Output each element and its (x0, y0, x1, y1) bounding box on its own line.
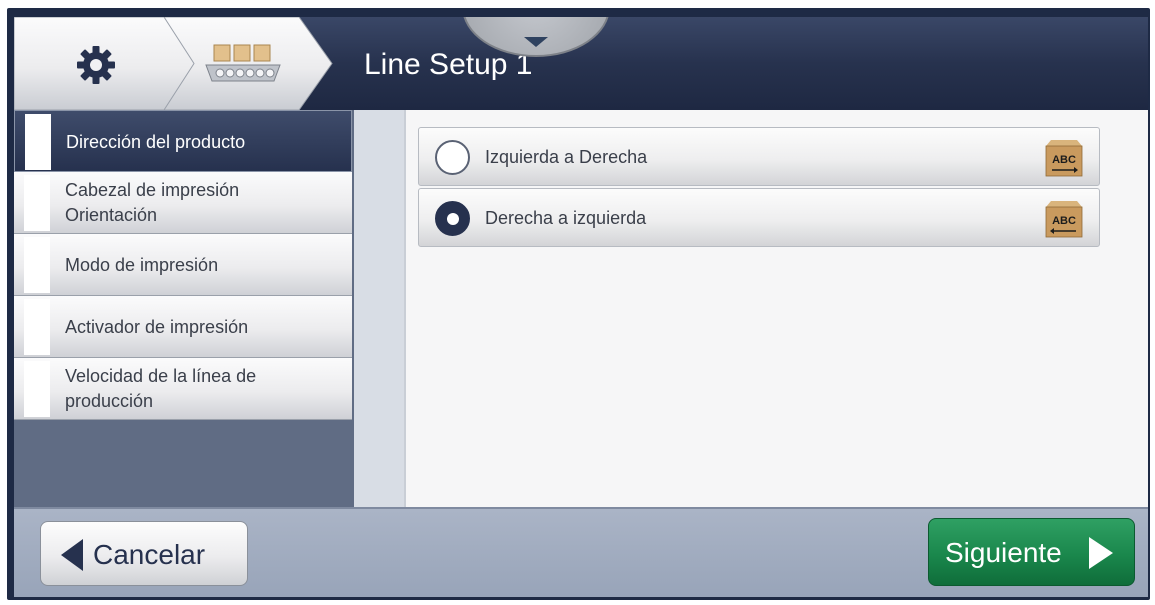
footer-bar: Cancelar Siguiente (14, 507, 1148, 597)
chevron-down-icon (524, 37, 548, 47)
sidebar-item-marker (24, 175, 50, 231)
next-button-label: Siguiente (945, 537, 1062, 568)
option-label: Izquierda a Derecha (485, 147, 648, 167)
box-abc-left-to-right-icon: ABC (1045, 140, 1083, 177)
screen: Line Setup 1 Dirección del producto Cabe… (14, 17, 1148, 597)
sidebar-item-printhead-orientation[interactable]: Cabezal de impresión Orientación (14, 172, 352, 234)
gear-icon (77, 46, 115, 84)
conveyor-belt-icon (205, 44, 281, 82)
cancel-button-label: Cancelar (93, 539, 206, 570)
radio-button[interactable] (435, 140, 470, 175)
radio-dot (447, 213, 459, 225)
sidebar-item-marker (24, 361, 50, 417)
option-label: Derecha a izquierda (485, 208, 647, 228)
arrow-right-icon (1089, 537, 1113, 569)
sidebar-item-label: Velocidad de la línea de producción (65, 366, 257, 411)
sidebar-item-marker (24, 299, 50, 355)
sidebar-item-label: Dirección del producto (66, 131, 246, 152)
sidebar-item-print-trigger[interactable]: Activador de impresión (14, 296, 352, 358)
arrow-left-icon (61, 539, 83, 571)
box-icon-text: ABC (1052, 154, 1076, 166)
option-left-to-right[interactable]: Izquierda a Derecha ABC (418, 127, 1100, 186)
box-abc-right-to-left-icon: ABC (1045, 201, 1083, 238)
column-divider (354, 110, 404, 507)
sidebar-item-marker (25, 114, 51, 170)
cancel-button[interactable]: Cancelar (40, 521, 248, 586)
sidebar-item-line-speed[interactable]: Velocidad de la línea de producción (14, 358, 352, 420)
sidebar-item-label: Cabezal de impresión Orientación (65, 180, 240, 225)
direction-options-panel: Izquierda a Derecha ABC Derecha a izquie… (404, 110, 1148, 507)
sidebar-item-label: Modo de impresión (65, 254, 219, 275)
sidebar: Dirección del producto Cabezal de impres… (14, 110, 354, 507)
sidebar-item-label: Activador de impresión (65, 316, 249, 337)
line-setup-breadcrumb-button[interactable] (164, 17, 339, 110)
radio-button-checked[interactable] (435, 201, 470, 236)
sidebar-item-marker (24, 237, 50, 293)
option-right-to-left[interactable]: Derecha a izquierda ABC (418, 188, 1100, 247)
box-icon-text: ABC (1052, 215, 1076, 227)
sidebar-item-print-mode[interactable]: Modo de impresión (14, 234, 352, 296)
next-button[interactable]: Siguiente (928, 518, 1135, 586)
sidebar-item-product-direction[interactable]: Dirección del producto (14, 110, 352, 172)
